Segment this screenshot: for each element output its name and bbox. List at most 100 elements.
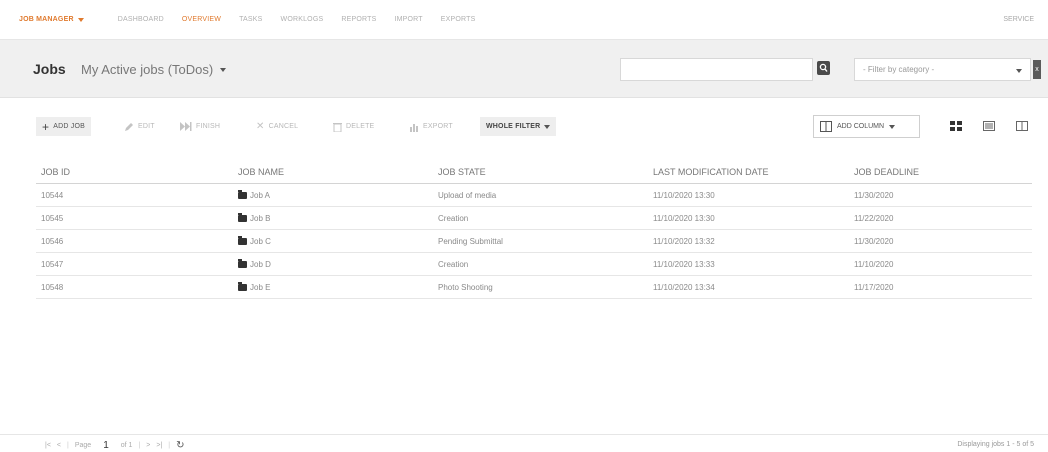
separator: | [67,442,69,449]
job-name-cell: Job A [238,189,271,200]
split-view-icon [1016,121,1028,131]
first-page-icon[interactable]: |< [45,442,51,449]
view-selector[interactable]: My Active jobs (ToDos) [81,62,227,77]
job-name-cell: Job D [238,258,271,269]
table-header: JOB ID JOB NAME JOB STATE LAST MODIFICAT… [36,160,1032,184]
category-filter-select[interactable]: - Filter by category - [854,58,1031,81]
list-view-button[interactable] [982,119,996,133]
nav-item-dashboard[interactable]: DASHBOARD [118,16,164,23]
last-modification-cell: 11/10/2020 13:30 [653,213,715,223]
column-header-job-id[interactable]: JOB ID [41,167,70,177]
last-modification-cell: 11/10/2020 13:30 [653,190,715,200]
job-manager-menu[interactable]: JOB MANAGER [19,16,84,23]
search-input[interactable] [620,58,813,81]
nav-item-overview[interactable]: OVERVIEW [182,16,221,23]
nav-item-exports[interactable]: EXPORTS [441,16,476,23]
fast-forward-icon [180,122,192,131]
page-header: Jobs My Active jobs (ToDos) - Filter by … [0,40,1048,98]
job-state-cell: Creation [438,259,469,269]
last-modification-cell: 11/10/2020 13:32 [653,236,715,246]
nav-item-reports[interactable]: REPORTS [341,16,376,23]
finish-button[interactable]: FINISH [180,117,220,136]
job-name-text: Job B [250,213,271,223]
job-id-cell: 10545 [41,213,64,223]
trash-icon [333,122,342,132]
close-icon: ✕ [256,121,265,132]
chevron-down-icon [220,67,227,72]
job-state-cell: Photo Shooting [438,282,493,292]
job-name-cell: Job C [238,235,271,246]
nav-item-worklogs[interactable]: WORKLOGS [281,16,324,23]
deadline-cell: 11/17/2020 [854,282,894,292]
edit-button[interactable]: EDIT [124,117,155,136]
deadline-cell: 11/10/2020 [854,259,894,269]
table-row[interactable]: 10547 Job D Creation 11/10/2020 13:33 11… [36,253,1032,276]
last-modification-cell: 11/10/2020 13:33 [653,259,715,269]
delete-button[interactable]: DELETE [333,117,374,136]
table-row[interactable]: 10545 Job B Creation 11/10/2020 13:30 11… [36,207,1032,230]
plus-icon: + [42,119,50,134]
page-title: Jobs [33,61,66,77]
pencil-icon [125,122,133,131]
brand-label: JOB MANAGER [19,16,74,23]
job-name-text: Job E [250,282,271,292]
export-label: EXPORT [423,123,453,130]
job-id-cell: 10548 [41,282,64,292]
chevron-down-icon [1016,69,1022,73]
refresh-icon[interactable]: ↻ [176,440,184,451]
add-job-label: ADD JOB [53,123,85,130]
chevron-down-icon [544,124,551,129]
chevron-down-icon [77,17,84,22]
column-header-last-modification-date[interactable]: LAST MODIFICATION DATE [653,167,769,177]
deadline-cell: 11/30/2020 [854,190,894,200]
search-icon [819,63,828,72]
pagination: |< < | Page 1 of 1 | > >| | ↻ [45,440,184,451]
job-id-cell: 10544 [41,190,64,200]
cancel-label: CANCEL [268,123,299,130]
column-header-job-deadline[interactable]: JOB DEADLINE [854,167,919,177]
page-of-label: of 1 [120,442,133,449]
job-state-cell: Pending Submittal [438,236,503,246]
clear-filter-button[interactable]: x [1033,60,1041,79]
grid-view-button[interactable] [949,119,963,133]
nav-items: DASHBOARD OVERVIEW TASKS WORKLOGS REPORT… [118,16,476,23]
job-name-text: Job C [250,236,271,246]
next-page-icon[interactable]: > [146,442,150,449]
job-name-text: Job A [250,190,271,200]
finish-label: FINISH [196,123,221,130]
table-row[interactable]: 10544 Job A Upload of media 11/10/2020 1… [36,184,1032,207]
last-page-icon[interactable]: >| [156,442,162,449]
folder-icon [238,235,247,245]
add-job-button[interactable]: + ADD JOB [36,117,91,136]
nav-item-service[interactable]: SERVICE [1003,16,1034,23]
job-id-cell: 10546 [41,236,64,246]
export-button[interactable]: EXPORT [409,117,453,136]
nav-item-tasks[interactable]: TASKS [239,16,262,23]
prev-page-icon[interactable]: < [57,442,61,449]
folder-icon [238,258,247,268]
column-header-job-name[interactable]: JOB NAME [238,167,284,177]
table-row[interactable]: 10548 Job E Photo Shooting 11/10/2020 13… [36,276,1032,299]
category-filter-placeholder: - Filter by category - [863,65,935,74]
table-row[interactable]: 10546 Job C Pending Submittal 11/10/2020… [36,230,1032,253]
column-header-job-state[interactable]: JOB STATE [438,167,486,177]
chevron-down-icon [889,124,896,129]
job-id-cell: 10547 [41,259,64,269]
folder-icon [238,189,247,199]
cancel-button[interactable]: ✕ CANCEL [256,117,298,136]
separator: | [168,442,171,449]
delete-label: DELETE [346,123,375,130]
nav-item-import[interactable]: IMPORT [394,16,422,23]
search-button[interactable] [817,61,830,75]
split-view-button[interactable] [1015,119,1029,133]
whole-filter-button[interactable]: WHOLE FILTER [480,117,557,136]
folder-icon [238,281,247,291]
chart-icon [410,123,418,132]
table-footer: |< < | Page 1 of 1 | > >| | ↻ Displaying… [0,434,1048,452]
page-number-input[interactable]: 1 [103,440,109,451]
add-column-button[interactable]: ADD COLUMN [813,115,920,138]
jobs-table: JOB ID JOB NAME JOB STATE LAST MODIFICAT… [36,160,1032,299]
displaying-count: Displaying jobs 1 - 5 of 5 [957,441,1034,448]
grid-icon [950,121,962,131]
job-state-cell: Upload of media [438,190,497,200]
